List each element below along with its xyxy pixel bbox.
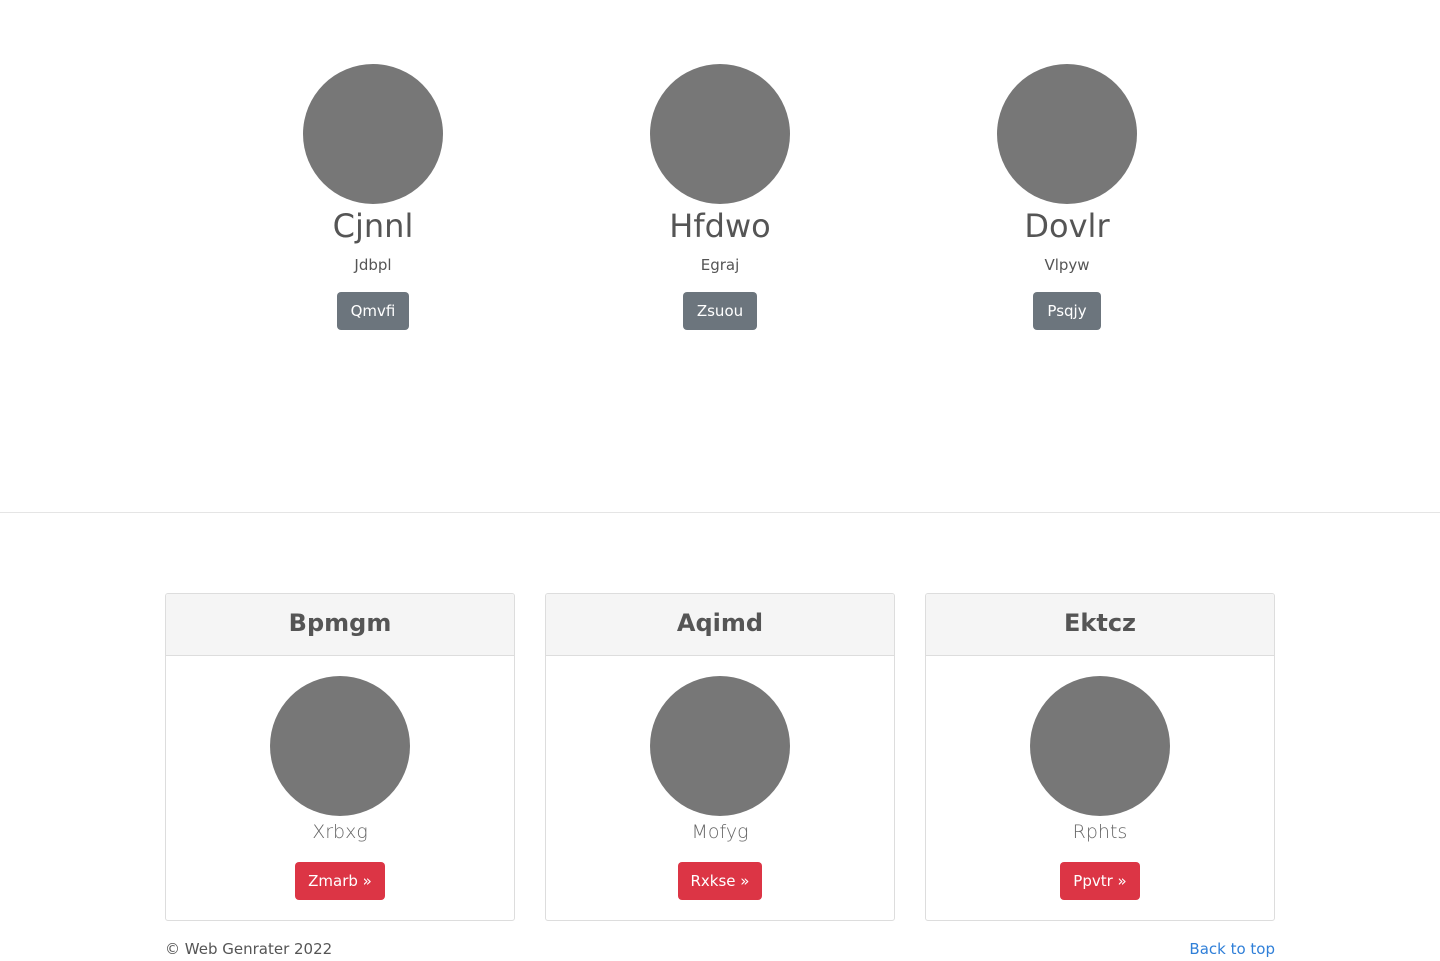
card-body: Mofyg Rxkse » [546, 656, 894, 900]
person-button[interactable]: Zsuou [682, 292, 758, 330]
person-column: Dovlr Vlpyw Psqjy [947, 64, 1187, 330]
card-grid: Bpmgm Xrbxg Zmarb » Aqimd Mofyg Rxkse » … [165, 593, 1275, 921]
avatar [650, 64, 790, 204]
card-label: Mofyg [691, 821, 749, 843]
person-column: Hfdwo Egraj Zsuou [600, 64, 840, 330]
card-title: Bpmgm [166, 594, 514, 656]
avatar [303, 64, 443, 204]
avatar [1030, 676, 1170, 816]
featured-people-section: Cjnnl Jdbpl Qmvfi Hfdwo Egraj Zsuou Dovl… [0, 0, 1440, 513]
card: Aqimd Mofyg Rxkse » [545, 593, 895, 921]
person-name: Dovlr [1024, 207, 1110, 245]
back-to-top-link[interactable]: Back to top [1189, 938, 1275, 960]
card: Ektcz Rphts Ppvtr » [925, 593, 1275, 921]
person-subtitle: Jdbpl [354, 256, 392, 274]
person-subtitle: Egraj [700, 256, 740, 274]
card: Bpmgm Xrbxg Zmarb » [165, 593, 515, 921]
card-button[interactable]: Ppvtr » [1060, 862, 1140, 900]
avatar [997, 64, 1137, 204]
person-button[interactable]: Psqjy [1033, 292, 1101, 330]
card-label: Xrbxg [312, 821, 368, 843]
card-title: Aqimd [546, 594, 894, 656]
card-label: Rphts [1072, 821, 1128, 843]
person-name: Cjnnl [332, 207, 414, 245]
card-button[interactable]: Rxkse » [677, 862, 763, 900]
card-body: Rphts Ppvtr » [926, 656, 1274, 900]
avatar [270, 676, 410, 816]
person-subtitle: Vlpyw [1044, 256, 1090, 274]
footer: © Web Genrater 2022 Back to top [165, 938, 1275, 960]
card-button[interactable]: Zmarb » [295, 862, 385, 900]
copyright-text: © Web Genrater 2022 [165, 940, 333, 958]
avatar [650, 676, 790, 816]
person-button[interactable]: Qmvfi [336, 292, 410, 330]
card-body: Xrbxg Zmarb » [166, 656, 514, 900]
card-title: Ektcz [926, 594, 1274, 656]
person-name: Hfdwo [669, 207, 771, 245]
person-column: Cjnnl Jdbpl Qmvfi [253, 64, 493, 330]
